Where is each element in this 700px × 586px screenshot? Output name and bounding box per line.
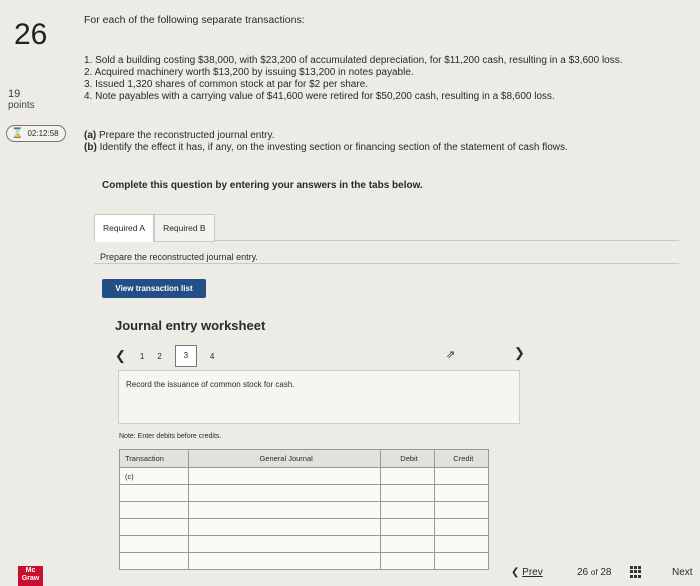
transaction-cell <box>119 535 189 553</box>
table-header-row: Transaction General Journal Debit Credit <box>119 449 490 468</box>
credit-cell[interactable] <box>433 552 490 570</box>
timer-value: 02:12:58 <box>27 129 59 138</box>
hourglass-icon: ⌛ <box>11 128 24 139</box>
transaction-list: 1. Sold a building costing $38,000, with… <box>84 55 623 103</box>
points-label: points <box>8 100 35 111</box>
journal-cell[interactable] <box>187 552 381 570</box>
chevron-left-icon: ❮ <box>511 567 520 578</box>
transaction-cell <box>119 484 189 502</box>
part-a-text: Prepare the reconstructed journal entry. <box>99 130 275 141</box>
tab-bar: Required A Required B <box>94 214 215 242</box>
transaction-item: 2. Acquired machinery worth $13,200 by i… <box>84 67 414 78</box>
mouse-cursor-icon: ⇗ <box>446 349 456 361</box>
record-text: Record the issuance of common stock for … <box>126 380 295 389</box>
question-number: 26 <box>14 18 48 51</box>
transaction-cell <box>119 501 189 519</box>
part-a: (a) Prepare the reconstructed journal en… <box>84 130 568 142</box>
tab-required-b[interactable]: Required B <box>154 214 215 242</box>
transaction-cell <box>119 518 189 536</box>
table-row <box>119 535 490 553</box>
chevron-left-icon[interactable]: ❮ <box>115 348 126 364</box>
debit-cell[interactable] <box>379 501 435 519</box>
logo-line1: Mc <box>25 567 36 574</box>
of-label: of <box>590 568 598 577</box>
table-row <box>119 484 490 502</box>
record-box <box>118 370 520 424</box>
debit-cell[interactable] <box>379 535 435 553</box>
journal-cell[interactable] <box>187 535 381 553</box>
credit-cell[interactable] <box>433 518 490 536</box>
view-transaction-list-button[interactable]: View transaction list <box>102 279 206 298</box>
parts: (a) Prepare the reconstructed journal en… <box>84 130 568 154</box>
page-3-current[interactable]: 3 <box>174 345 197 367</box>
page-2[interactable]: 2 <box>157 352 161 361</box>
journal-cell[interactable] <box>187 467 381 485</box>
tab-required-a[interactable]: Required A <box>94 214 155 242</box>
worksheet-pager: ❮ 1 2 3 4 <box>115 345 227 367</box>
credit-cell[interactable] <box>433 501 490 519</box>
header-general-journal: General Journal <box>187 449 381 468</box>
transaction-cell <box>119 552 189 570</box>
instruction-text: Complete this question by entering your … <box>102 180 423 191</box>
part-a-tag: (a) <box>84 130 97 141</box>
transaction-item: 4. Note payables with a carrying value o… <box>84 91 555 102</box>
points-value: 19 <box>8 88 21 100</box>
credit-cell[interactable] <box>433 467 490 485</box>
page-indicator: 26 of 28 <box>577 567 611 578</box>
header-debit: Debit <box>379 449 435 468</box>
header-credit: Credit <box>433 449 490 468</box>
part-b-tag: (b) <box>84 142 97 153</box>
header-transaction: Transaction <box>119 449 189 468</box>
part-b-text: Identify the effect it has, if any, on t… <box>99 142 568 153</box>
prev-label: Prev <box>522 567 543 578</box>
transaction-item: 3. Issued 1,320 shares of common stock a… <box>84 79 369 90</box>
transaction-item: 1. Sold a building costing $38,000, with… <box>84 55 623 66</box>
part-b: (b) Identify the effect it has, if any, … <box>84 142 568 154</box>
debit-cell[interactable] <box>379 552 435 570</box>
table-row: (c) <box>119 467 490 485</box>
page-1[interactable]: 1 <box>140 352 144 361</box>
credit-cell[interactable] <box>433 535 490 553</box>
debit-cell[interactable] <box>379 467 435 485</box>
transaction-cell: (c) <box>119 467 189 485</box>
current-page: 26 <box>577 567 589 578</box>
mcgraw-logo: Mc Graw <box>18 566 43 586</box>
table-row <box>119 518 490 536</box>
journal-table: Transaction General Journal Debit Credit… <box>119 449 490 570</box>
credit-cell[interactable] <box>433 484 490 502</box>
page-4[interactable]: 4 <box>210 352 214 361</box>
debit-cell[interactable] <box>379 484 435 502</box>
prev-button[interactable]: ❮ Prev <box>511 567 543 578</box>
total-pages: 28 <box>600 567 612 578</box>
journal-cell[interactable] <box>187 484 381 502</box>
table-row <box>119 552 490 570</box>
table-row <box>119 501 490 519</box>
logo-line2: Graw <box>21 575 40 582</box>
grid-icon[interactable] <box>630 566 642 578</box>
chevron-right-icon[interactable]: ❯ <box>514 345 525 361</box>
journal-cell[interactable] <box>187 518 381 536</box>
timer[interactable]: ⌛ 02:12:58 <box>6 125 66 142</box>
debit-cell[interactable] <box>379 518 435 536</box>
journal-cell[interactable] <box>187 501 381 519</box>
prepare-text: Prepare the reconstructed journal entry. <box>100 252 258 262</box>
next-button[interactable]: Next <box>672 567 693 578</box>
intro-text: For each of the following separate trans… <box>84 14 305 26</box>
note-text: Note: Enter debits before credits. <box>119 433 222 440</box>
points-info: 19 points <box>8 88 35 112</box>
worksheet-title: Journal entry worksheet <box>115 318 266 333</box>
